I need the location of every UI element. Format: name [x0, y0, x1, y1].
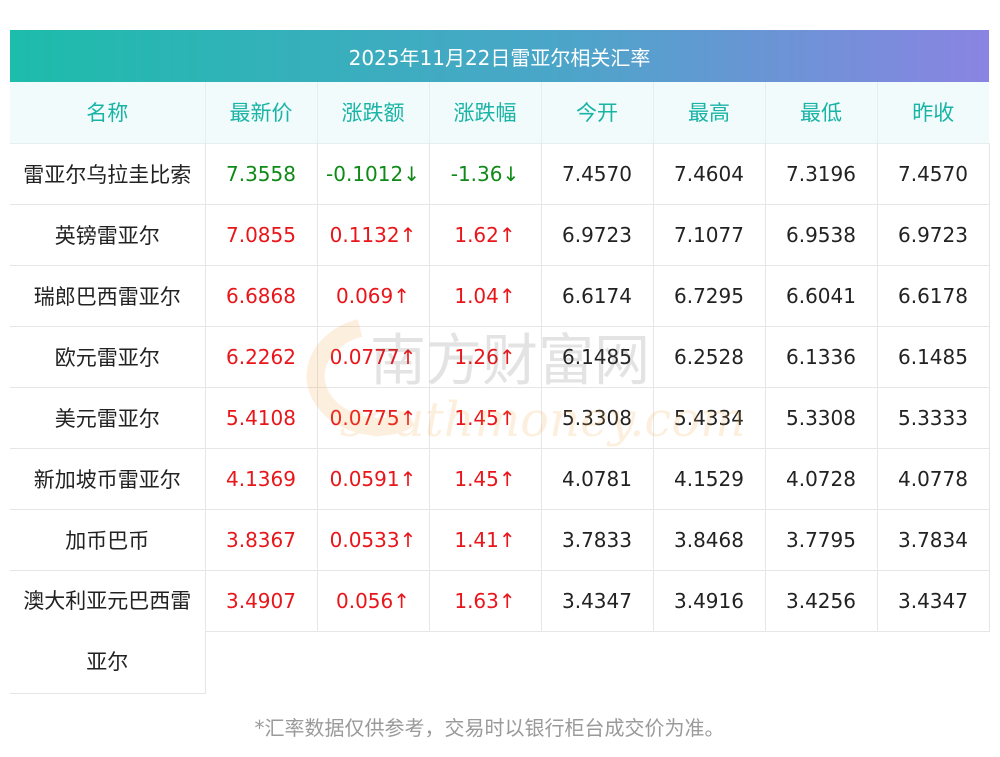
cell-change-pct: -1.36↓	[429, 143, 542, 205]
cell-open: 5.3308	[541, 387, 654, 449]
cell-change-pct: 1.45↑	[429, 448, 542, 510]
table-row: 新加坡币雷亚尔 4.1369 0.0591↑ 1.45↑ 4.0781 4.1529 4.0…	[10, 448, 990, 510]
table-title: 2025年11月22日雷亚尔相关汇率	[10, 30, 989, 82]
cell-latest: 3.4907	[205, 570, 318, 632]
cell-change: 0.069↑	[317, 265, 430, 327]
cell-change: 0.0775↑	[317, 387, 430, 449]
header-change-pct: 涨跌幅	[429, 82, 542, 144]
cell-change-pct: 1.41↑	[429, 509, 542, 571]
empty-cell	[429, 632, 541, 694]
cell-low: 6.1336	[765, 326, 878, 388]
header-low: 最低	[765, 82, 878, 144]
cell-high: 3.8468	[653, 509, 766, 571]
cell-low: 3.7795	[765, 509, 878, 571]
empty-cell	[205, 632, 317, 694]
cell-high: 7.4604	[653, 143, 766, 205]
cell-high: 6.7295	[653, 265, 766, 327]
cell-latest: 3.8367	[205, 509, 318, 571]
cell-open: 4.0781	[541, 448, 654, 510]
cell-change: 0.0591↑	[317, 448, 430, 510]
cell-high: 6.2528	[653, 326, 766, 388]
header-open: 今开	[541, 82, 654, 144]
cell-prev-close: 7.4570	[877, 143, 990, 205]
cell-open: 6.1485	[541, 326, 654, 388]
cell-change: 0.1132↑	[317, 204, 430, 266]
cell-low: 4.0728	[765, 448, 878, 510]
cell-pair-name: 澳大利亚元巴西雷亚尔	[10, 570, 206, 694]
table-row: 欧元雷亚尔 6.2262 0.0777↑ 1.26↑ 6.1485 6.2528 6.133…	[10, 326, 990, 388]
cell-latest: 5.4108	[205, 387, 318, 449]
cell-change: 0.0777↑	[317, 326, 430, 388]
cell-open: 6.9723	[541, 204, 654, 266]
cell-low: 3.4256	[765, 570, 878, 632]
cell-high: 5.4334	[653, 387, 766, 449]
cell-change-pct: 1.45↑	[429, 387, 542, 449]
empty-cell	[317, 632, 429, 694]
cell-latest: 6.6868	[205, 265, 318, 327]
cell-high: 4.1529	[653, 448, 766, 510]
cell-pair-name: 雷亚尔乌拉圭比索	[10, 143, 206, 205]
header-name: 名称	[10, 82, 206, 144]
cell-latest: 7.3558	[205, 143, 318, 205]
header-latest: 最新价	[205, 82, 318, 144]
cell-latest: 4.1369	[205, 448, 318, 510]
cell-prev-close: 4.0778	[877, 448, 990, 510]
cell-pair-name: 瑞郎巴西雷亚尔	[10, 265, 206, 327]
table-row: 瑞郎巴西雷亚尔 6.6868 0.069↑ 1.04↑ 6.6174 6.7295 6.60…	[10, 265, 990, 327]
cell-pair-name: 新加坡币雷亚尔	[10, 448, 206, 510]
cell-latest: 6.2262	[205, 326, 318, 388]
table-row: 澳大利亚元巴西雷亚尔 3.4907 0.056↑ 1.63↑ 3.4347 3.4916 3…	[10, 570, 990, 694]
cell-latest: 7.0855	[205, 204, 318, 266]
cell-low: 6.9538	[765, 204, 878, 266]
cell-change-pct: 1.62↑	[429, 204, 542, 266]
cell-low: 5.3308	[765, 387, 878, 449]
cell-prev-close: 3.4347	[877, 570, 990, 632]
empty-cell	[877, 632, 989, 694]
cell-prev-close: 6.6178	[877, 265, 990, 327]
cell-prev-close: 3.7834	[877, 509, 990, 571]
exchange-rate-table: 名称 最新价 涨跌额 涨跌幅 今开 最高 最低 昨收 雷亚尔乌拉圭比索 7.355…	[10, 82, 990, 694]
cell-change: -0.1012↓	[317, 143, 430, 205]
empty-cell	[653, 632, 765, 694]
table-row: 美元雷亚尔 5.4108 0.0775↑ 1.45↑ 5.3308 5.4334 5.330…	[10, 387, 990, 449]
cell-pair-name: 加币巴币	[10, 509, 206, 571]
rate-table-container: 2025年11月22日雷亚尔相关汇率 名称 最新价 涨跌额 涨跌幅 今开 最高 …	[10, 30, 990, 694]
cell-low: 7.3196	[765, 143, 878, 205]
cell-open: 3.4347	[541, 570, 654, 632]
table-row: 英镑雷亚尔 7.0855 0.1132↑ 1.62↑ 6.9723 7.1077 6.953…	[10, 204, 990, 266]
cell-open: 3.7833	[541, 509, 654, 571]
footnote: *汇率数据仅供参考，交易时以银行柜台成交价为准。	[254, 716, 725, 740]
header-high: 最高	[653, 82, 766, 144]
cell-change-pct: 1.04↑	[429, 265, 542, 327]
cell-prev-close: 6.1485	[877, 326, 990, 388]
cell-pair-name: 英镑雷亚尔	[10, 204, 206, 266]
cell-pair-name: 美元雷亚尔	[10, 387, 206, 449]
cell-open: 6.6174	[541, 265, 654, 327]
cell-low: 6.6041	[765, 265, 878, 327]
empty-cell	[541, 632, 653, 694]
header-prev-close: 昨收	[877, 82, 989, 144]
table-row: 加币巴币 3.8367 0.0533↑ 1.41↑ 3.7833 3.8468 3.7795…	[10, 509, 990, 571]
table-row: 雷亚尔乌拉圭比索 7.3558 -0.1012↓ -1.36↓ 7.4570 7.4604…	[10, 143, 990, 205]
cell-change-pct: 1.63↑	[429, 570, 542, 632]
cell-open: 7.4570	[541, 143, 654, 205]
cell-prev-close: 5.3333	[877, 387, 990, 449]
cell-high: 3.4916	[653, 570, 766, 632]
cell-change: 0.056↑	[317, 570, 430, 632]
cell-pair-name: 欧元雷亚尔	[10, 326, 206, 388]
header-change: 涨跌额	[317, 82, 430, 144]
table-header-row: 名称 最新价 涨跌额 涨跌幅 今开 最高 最低 昨收	[10, 82, 989, 144]
cell-change-pct: 1.26↑	[429, 326, 542, 388]
empty-cell	[765, 632, 877, 694]
cell-high: 7.1077	[653, 204, 766, 266]
cell-change: 0.0533↑	[317, 509, 430, 571]
cell-prev-close: 6.9723	[877, 204, 990, 266]
table-body: 雷亚尔乌拉圭比索 7.3558 -0.1012↓ -1.36↓ 7.4570 7.4604…	[10, 143, 990, 694]
